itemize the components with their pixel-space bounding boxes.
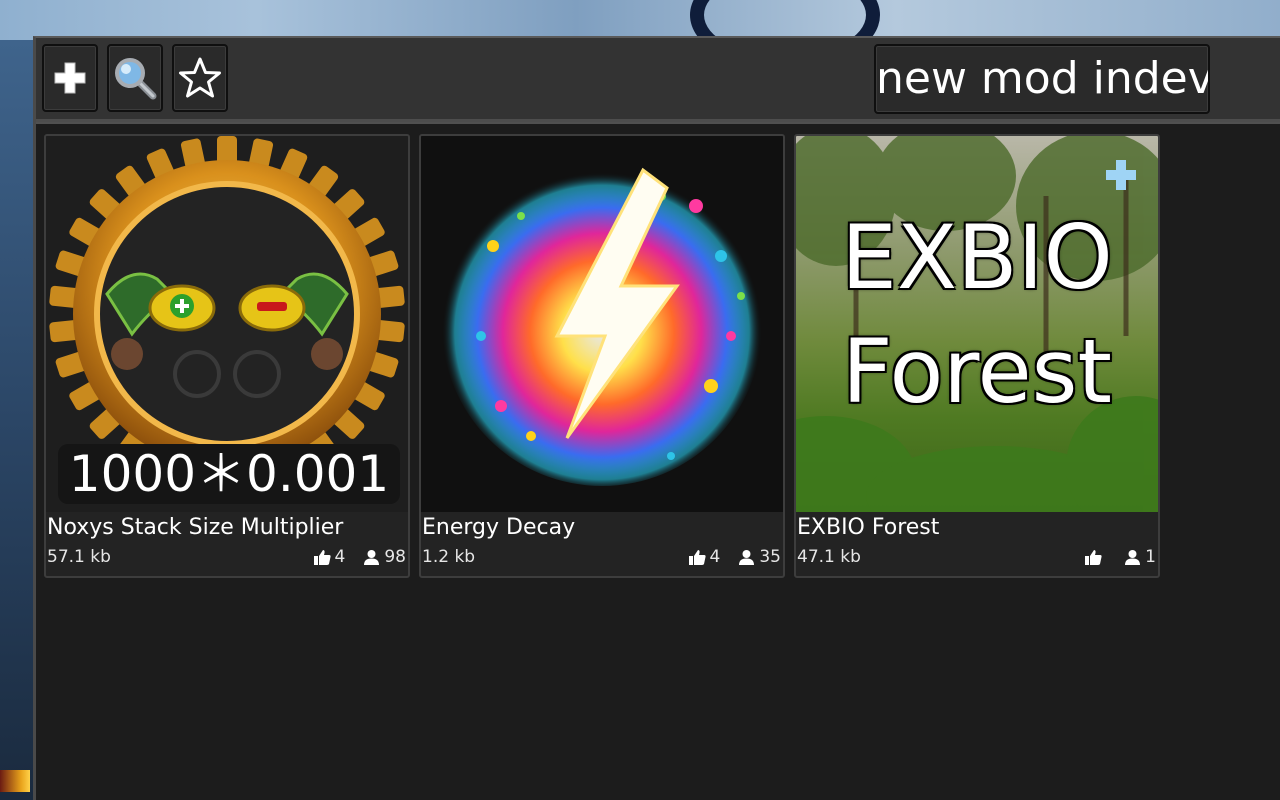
mod-title: Energy Decay [422,515,576,540]
mod-size: 1.2 kb [422,547,476,567]
user-count: 1 [1145,547,1156,567]
thumbnail-caption: 1000＊0.001 [68,445,390,503]
mod-title: EXBIO Forest [797,515,940,540]
mod-size: 47.1 kb [797,547,861,567]
mod-stats: 1 [1085,546,1156,568]
search-icon [115,58,157,100]
mod-name-field[interactable]: new mod indev [874,44,1210,114]
thumbnail-title-line1: EXBIO [841,206,1113,309]
background-sky [0,0,1280,40]
mod-card[interactable]: 1000＊0.001 Noxys Stack Size Multiplier 5… [44,134,410,578]
like-count: 4 [334,547,346,567]
user-icon [364,549,380,565]
favorites-button[interactable] [172,44,228,112]
toolbar: new mod indev [36,38,1280,122]
background-scene [0,40,34,800]
lightning-icon [442,166,762,486]
user-icon [739,549,755,565]
thumbs-up-icon [688,549,706,565]
mod-stats: 4 35 [688,546,781,568]
mod-stats: 4 98 [313,546,406,568]
mod-card[interactable]: EXBIO Forest EXBIO Forest 47.1 kb 1 [794,134,1160,578]
like-count: 4 [709,547,721,567]
add-mod-button[interactable] [42,44,98,112]
mod-title: Noxys Stack Size Multiplier [47,515,344,540]
plus-icon [1106,160,1136,190]
mod-card[interactable]: Energy Decay 1.2 kb 4 35 [419,134,785,578]
background-light [0,770,30,792]
search-button[interactable] [107,44,163,112]
mod-thumbnail: 1000＊0.001 [46,136,408,512]
thumbnail-title-line2: Forest [841,320,1113,423]
thumbs-up-icon [313,549,331,565]
mod-size: 57.1 kb [47,547,111,567]
user-count: 98 [384,547,406,567]
user-count: 35 [759,547,781,567]
mod-grid: 1000＊0.001 Noxys Stack Size Multiplier 5… [36,122,1280,800]
user-icon [1125,549,1141,565]
star-icon [179,57,221,98]
mod-thumbnail [421,136,783,512]
thumbs-up-icon [1085,549,1102,565]
mod-browser-window: new mod indev 1000＊0.001 Noxys Stack Siz… [33,36,1280,800]
plus-icon [54,62,86,94]
mod-thumbnail: EXBIO Forest [796,136,1158,512]
